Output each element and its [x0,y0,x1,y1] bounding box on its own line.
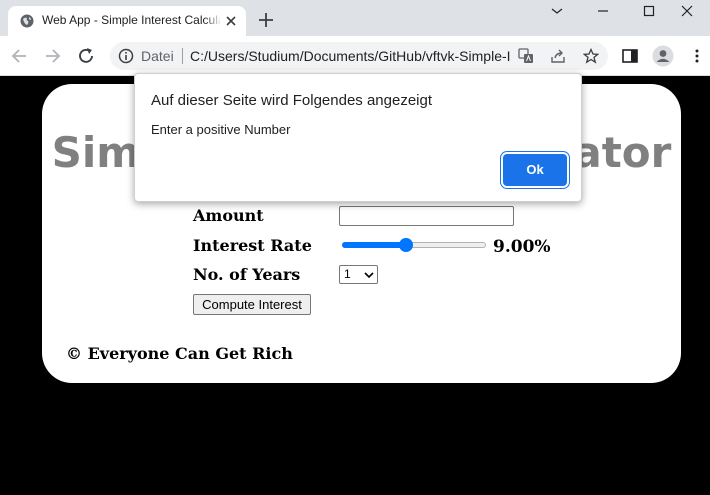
star-icon[interactable] [583,48,599,64]
window-close-icon [681,5,693,17]
address-bar[interactable]: Datei C:/Users/Studium/Documents/GitHub/… [110,42,608,70]
reload-icon[interactable] [76,46,96,66]
back-arrow-icon[interactable] [10,46,30,66]
years-selected-value: 1 [344,267,351,281]
share-icon[interactable] [550,48,566,64]
minimize-icon [598,10,608,12]
translate-icon[interactable] [518,48,534,64]
forward-arrow-icon[interactable] [42,46,62,66]
years-label: No. of Years [193,265,301,284]
compute-interest-button[interactable]: Compute Interest [193,294,311,315]
minimize-icon [551,8,563,14]
url-text[interactable]: C:/Users/Studium/Documents/GitHub/vftvk-… [190,48,510,64]
chevron-down-icon [364,272,374,279]
slider-fill [342,242,408,248]
side-panel-icon[interactable] [621,47,639,65]
kebab-menu-icon[interactable] [688,47,706,65]
footer-text: © Everyone Can Get Rich [66,344,293,363]
dialog-message: Enter a positive Number [151,122,291,137]
tab-strip: Web App - Simple Interest Calculator [0,0,710,36]
globe-icon [20,14,34,28]
window-close-button[interactable] [664,0,710,30]
browser-toolbar: Datei C:/Users/Studium/Documents/GitHub/… [0,36,710,76]
interest-rate-value: 9.00% [493,237,551,257]
minimize-window-button[interactable] [580,0,626,30]
alert-dialog: Auf dieser Seite wird Folgendes angezeig… [134,73,582,202]
close-icon[interactable] [224,14,238,28]
years-select[interactable]: 1 [339,265,378,284]
scheme-label: Datei [141,48,174,64]
tab-title: Web App - Simple Interest Calculator [42,13,220,27]
browser-tab[interactable]: Web App - Simple Interest Calculator [8,6,246,36]
ok-button[interactable]: Ok [503,154,567,186]
amount-input[interactable] [339,206,514,226]
amount-label: Amount [193,206,264,225]
minimize-button[interactable] [534,0,580,30]
plus-icon[interactable] [258,12,274,28]
dialog-title: Auf dieser Seite wird Folgendes angezeig… [151,92,433,109]
separator [182,48,183,64]
profile-icon[interactable] [652,45,674,67]
slider-thumb[interactable] [399,238,414,252]
info-icon[interactable] [118,48,134,64]
interest-rate-slider[interactable] [341,235,487,255]
maximize-icon [643,5,655,17]
interest-rate-label: Interest Rate [193,236,312,255]
